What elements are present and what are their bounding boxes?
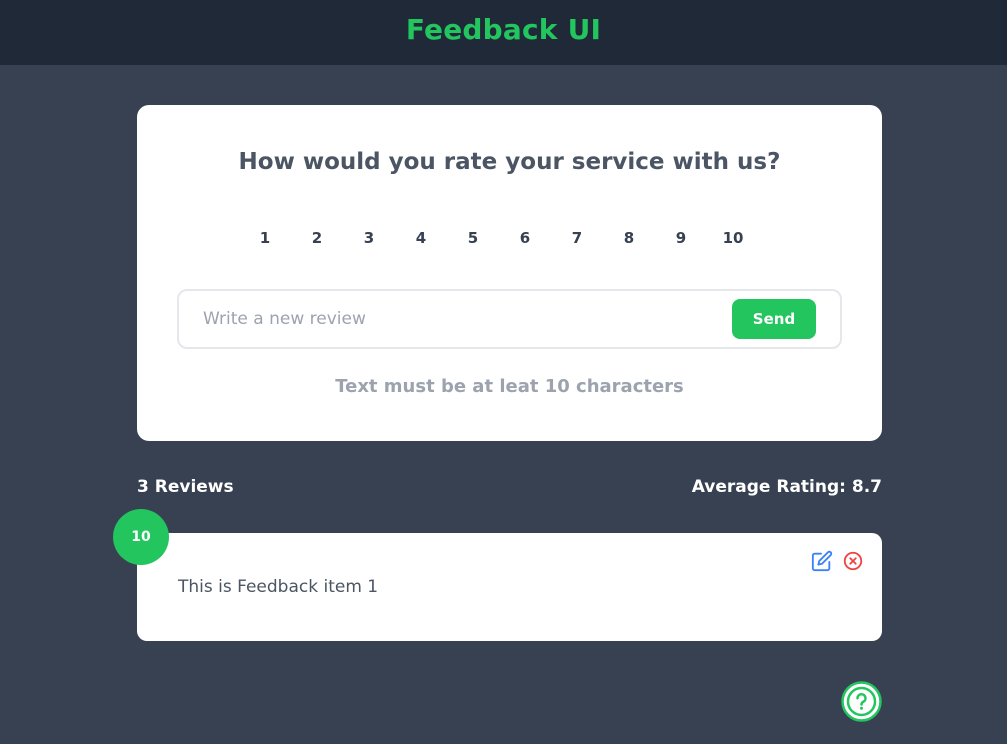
rating-option-3[interactable]: 3 — [354, 226, 384, 250]
feedback-rating-badge: 10 — [113, 509, 169, 565]
app-header: Feedback UI — [0, 0, 1007, 65]
rating-option-8[interactable]: 8 — [614, 226, 644, 250]
rating-option-1[interactable]: 1 — [250, 226, 280, 250]
app-title: Feedback UI — [405, 12, 602, 46]
review-form-card: How would you rate your service with us?… — [137, 105, 882, 441]
average-rating: Average Rating: 8.7 — [691, 477, 882, 497]
feedback-text: This is Feedback item 1 — [178, 577, 379, 597]
rating-option-2[interactable]: 2 — [302, 226, 332, 250]
edit-icon[interactable] — [811, 550, 833, 572]
rating-option-6[interactable]: 6 — [510, 226, 540, 250]
question-circle-icon[interactable] — [841, 681, 882, 722]
rating-option-5[interactable]: 5 — [458, 226, 488, 250]
rating-option-9[interactable]: 9 — [666, 226, 696, 250]
rating-question: How would you rate your service with us? — [238, 149, 781, 175]
rating-option-4[interactable]: 4 — [406, 226, 436, 250]
feedback-stats: 3 Reviews Average Rating: 8.7 — [137, 477, 882, 501]
close-circle-icon[interactable] — [842, 550, 864, 572]
feedback-item: This is Feedback item 1 — [137, 533, 882, 641]
review-count: 3 Reviews — [137, 477, 234, 497]
rating-selector: 1 2 3 4 5 6 7 8 9 10 — [250, 226, 770, 250]
review-input-group: Send — [177, 289, 842, 349]
rating-option-7[interactable]: 7 — [562, 226, 592, 250]
review-input[interactable] — [203, 305, 723, 333]
rating-option-10[interactable]: 10 — [718, 226, 748, 250]
validation-message: Text must be at leat 10 characters — [335, 376, 684, 397]
send-button[interactable]: Send — [732, 299, 816, 339]
